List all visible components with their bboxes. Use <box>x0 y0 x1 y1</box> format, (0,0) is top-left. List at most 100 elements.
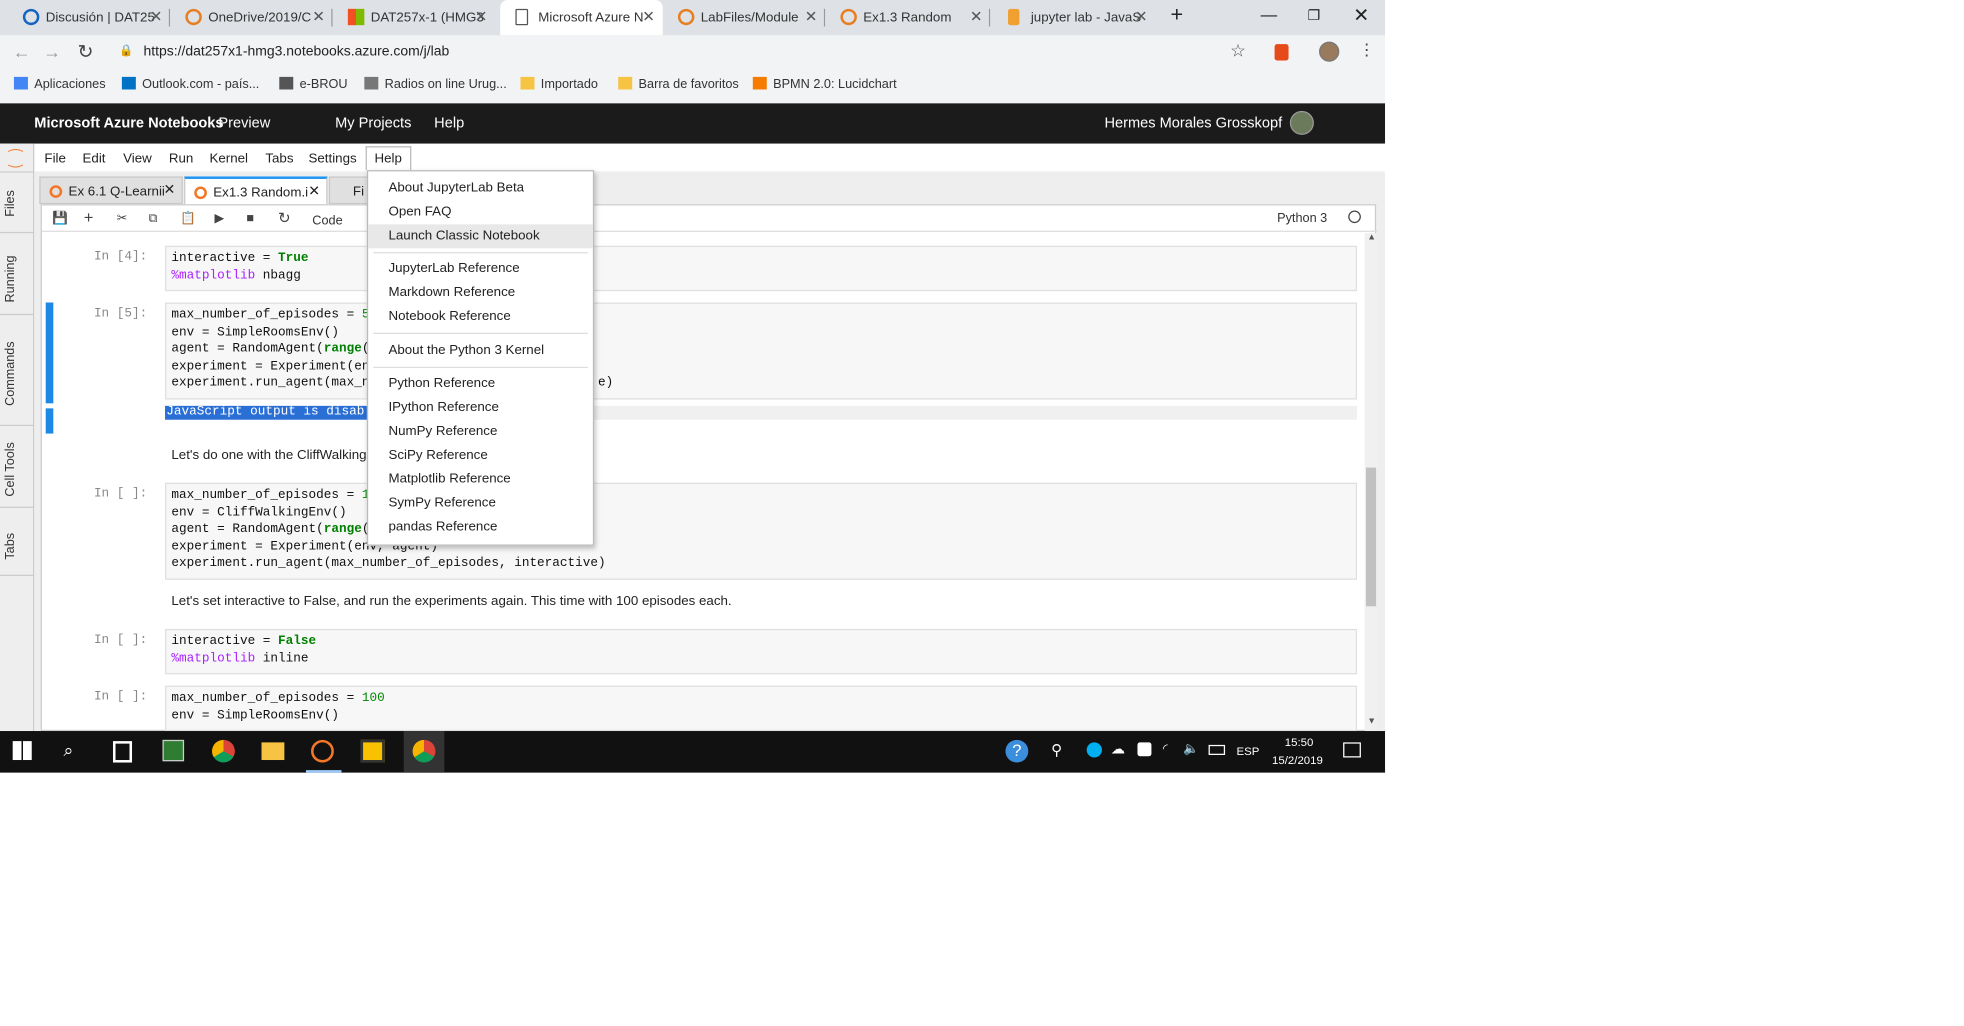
nav-help[interactable]: Help <box>434 116 464 131</box>
azure-brand[interactable]: Microsoft Azure Notebooks <box>34 116 223 131</box>
copy-icon[interactable]: ⧉ <box>149 212 158 226</box>
doc-tab-ex61[interactable]: Ex 6.1 Q-Learnii ✕ <box>39 176 183 205</box>
menu-edit[interactable]: Edit <box>83 151 106 166</box>
menu-item-numpy-reference[interactable]: NumPy Reference <box>368 420 593 444</box>
restore-icon[interactable]: ❐ <box>1308 8 1321 24</box>
browser-tab[interactable]: jupyter lab - JavaS ✕ <box>993 0 1155 35</box>
volume-icon[interactable]: 🔈 <box>1183 742 1199 756</box>
menu-item-open-faq[interactable]: Open FAQ <box>368 200 593 224</box>
cell-collapser[interactable] <box>45 302 54 404</box>
close-icon[interactable]: ✕ <box>312 8 325 26</box>
run-icon[interactable]: ▶ <box>215 212 225 226</box>
people-icon[interactable]: ⚲ <box>1051 741 1062 759</box>
avatar[interactable] <box>1289 110 1314 135</box>
close-icon[interactable]: ✕ <box>163 181 175 198</box>
office-icon[interactable] <box>1274 44 1289 61</box>
browser-tab[interactable]: Discusión | DAT25 ✕ <box>8 0 171 35</box>
browser-tab[interactable]: Ex1.3 Random ✕ <box>825 0 991 35</box>
side-tab-files[interactable]: Files <box>4 190 18 217</box>
code-editor[interactable]: max_number_of_episodes = 5 env = SimpleR… <box>165 302 1358 400</box>
close-icon[interactable]: ✕ <box>308 183 320 199</box>
menu-tabs[interactable]: Tabs <box>265 151 293 166</box>
code-editor[interactable]: max_number_of_episodes = 1 env = CliffWa… <box>165 482 1358 580</box>
add-cell-icon[interactable]: + <box>84 208 94 227</box>
bookmark-importado[interactable]: Importado <box>520 76 598 92</box>
menu-item-about-jupyterlab[interactable]: About JupyterLab Beta <box>368 176 593 200</box>
browser-tab[interactable]: LabFiles/Module ✕ <box>663 0 826 35</box>
menu-view[interactable]: View <box>123 151 152 166</box>
code-editor[interactable]: interactive = False %matplotlib inline <box>165 628 1358 675</box>
close-icon[interactable]: ✕ <box>970 8 983 26</box>
bookmark-outlook[interactable]: Outlook.com - país... <box>121 76 259 92</box>
bookmark-apps[interactable]: Aplicaciones <box>13 76 106 92</box>
chrome-icon[interactable] <box>412 739 436 763</box>
scroll-down-icon[interactable]: ▼ <box>1367 717 1376 726</box>
app-icon[interactable] <box>360 739 385 763</box>
browser-tab-active[interactable]: Microsoft Azure N ✕ <box>500 0 663 36</box>
search-icon[interactable]: ⌕ <box>63 740 73 761</box>
menu-item-python-reference[interactable]: Python Reference <box>368 372 593 396</box>
close-icon[interactable]: ✕ <box>642 8 655 26</box>
pycharm-icon[interactable] <box>162 739 185 762</box>
paste-icon[interactable]: 📋 <box>180 212 196 226</box>
cut-icon[interactable]: ✂ <box>117 212 128 226</box>
kernel-name[interactable]: Python 3 <box>1277 212 1327 226</box>
save-icon[interactable]: 💾 <box>52 212 68 226</box>
menu-item-launch-classic-notebook[interactable]: Launch Classic Notebook <box>368 224 593 249</box>
code-editor[interactable]: interactive = True %matplotlib nbagg <box>165 245 1358 292</box>
address-bar[interactable]: 🔒 https://dat257x1-hmg3.notebooks.azure.… <box>109 40 1265 65</box>
bookmark-lucidchart[interactable]: BPMN 2.0: Lucidchart <box>752 76 897 92</box>
bookmark-ebrou[interactable]: e-BROU <box>279 76 348 92</box>
notebook-scrollbar[interactable]: ▲ ▼ <box>1364 233 1378 732</box>
menu-item-jupyterlab-reference[interactable]: JupyterLab Reference <box>368 257 593 281</box>
menu-help[interactable]: Help <box>365 146 411 171</box>
code-editor[interactable]: max_number_of_episodes = 100 env = Simpl… <box>165 685 1358 732</box>
menu-kernel[interactable]: Kernel <box>209 151 248 166</box>
skype-icon[interactable] <box>1086 742 1102 758</box>
nav-my-projects[interactable]: My Projects <box>335 116 411 131</box>
bookmark-favoritos[interactable]: Barra de favoritos <box>618 76 739 92</box>
bookmark-radios[interactable]: Radios on line Urug... <box>364 76 507 92</box>
minimize-icon[interactable]: — <box>1261 5 1278 24</box>
new-tab-button[interactable]: + <box>1170 3 1183 28</box>
chrome-menu-icon[interactable]: ⋮ <box>1358 40 1375 60</box>
side-tab-running[interactable]: Running <box>4 256 18 303</box>
battery-icon[interactable] <box>1208 744 1226 755</box>
stop-icon[interactable]: ■ <box>246 212 254 226</box>
back-icon[interactable]: ← <box>13 42 31 62</box>
window-close-icon[interactable]: ✕ <box>1353 4 1369 27</box>
help-icon[interactable]: ? <box>1005 739 1029 763</box>
output-collapser[interactable] <box>45 408 54 434</box>
file-explorer-icon[interactable] <box>261 742 285 761</box>
doc-tab-ex13[interactable]: Ex1.3 Random.i ✕ <box>184 176 328 205</box>
notifications-icon[interactable] <box>1343 742 1361 758</box>
menu-item-pandas-reference[interactable]: pandas Reference <box>368 516 593 540</box>
menu-item-markdown-reference[interactable]: Markdown Reference <box>368 281 593 305</box>
menu-item-about-python-kernel[interactable]: About the Python 3 Kernel <box>368 339 593 363</box>
calculator-icon[interactable] <box>112 741 133 763</box>
close-icon[interactable]: ✕ <box>475 8 488 26</box>
scroll-up-icon[interactable]: ▲ <box>1367 233 1376 242</box>
forward-icon[interactable]: → <box>43 42 61 62</box>
browser-tab[interactable]: OneDrive/2019/C ✕ <box>170 0 333 35</box>
menu-file[interactable]: File <box>44 151 65 166</box>
menu-item-sympy-reference[interactable]: SymPy Reference <box>368 492 593 516</box>
profile-avatar[interactable] <box>1319 41 1340 62</box>
restart-icon[interactable]: ↻ <box>278 209 291 227</box>
scrollbar-thumb[interactable] <box>1365 467 1377 607</box>
menu-item-notebook-reference[interactable]: Notebook Reference <box>368 305 593 329</box>
side-tab-commands[interactable]: Commands <box>4 341 18 405</box>
user-name[interactable]: Hermes Morales Grosskopf <box>1104 116 1282 131</box>
cell-type-select[interactable]: Code <box>312 214 342 228</box>
bookmark-star-icon[interactable]: ☆ <box>1230 40 1246 61</box>
clock-time[interactable]: 15:50 <box>1285 736 1314 749</box>
side-tab-tabs[interactable]: Tabs <box>4 533 18 560</box>
security-icon[interactable] <box>1137 742 1152 757</box>
menu-settings[interactable]: Settings <box>308 151 356 166</box>
language-indicator[interactable]: ESP <box>1236 745 1259 758</box>
menu-item-scipy-reference[interactable]: SciPy Reference <box>368 444 593 468</box>
jupyter-icon[interactable] <box>311 739 334 763</box>
reload-icon[interactable]: ↻ <box>77 40 93 63</box>
clock-date[interactable]: 15/2/2019 <box>1272 754 1323 767</box>
menu-item-matplotlib-reference[interactable]: Matplotlib Reference <box>368 468 593 492</box>
